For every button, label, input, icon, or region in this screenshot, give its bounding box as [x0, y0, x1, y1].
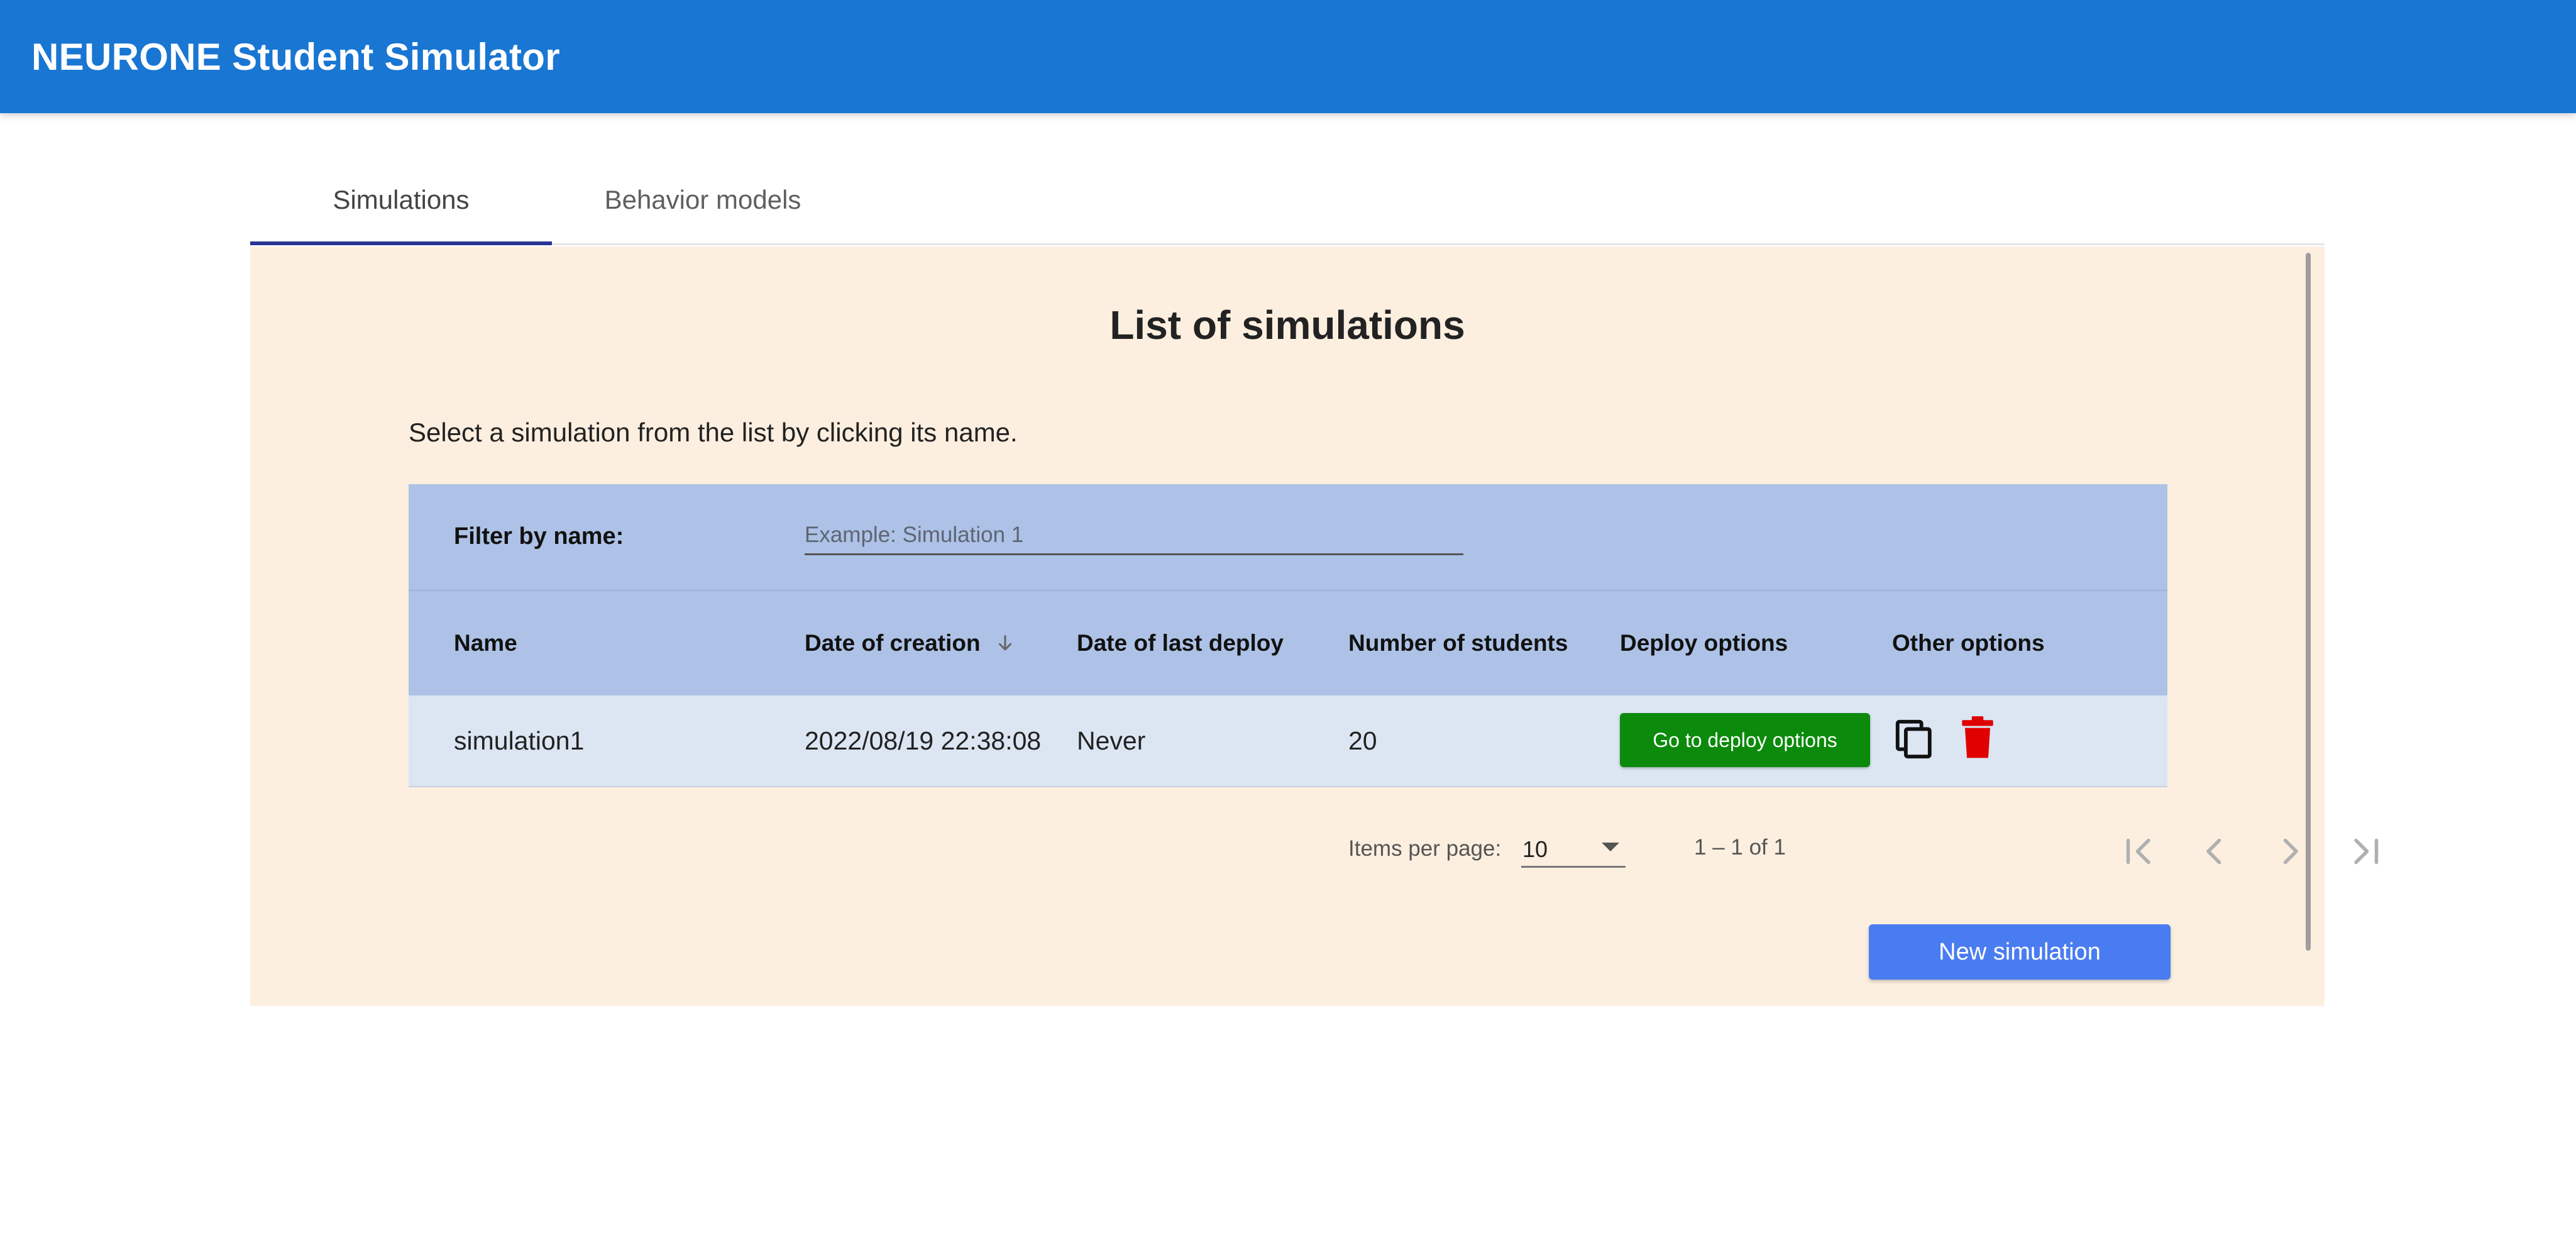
tab-behavior-models-label: Behavior models	[604, 184, 801, 214]
previous-page-icon[interactable]	[2193, 833, 2237, 870]
column-header-name-label: Name	[454, 630, 517, 656]
filter-label: Filter by name:	[454, 523, 624, 550]
column-header-date-of-creation-label: Date of creation	[805, 630, 981, 656]
new-simulation-button[interactable]: New simulation	[1869, 924, 2171, 980]
column-header-number-of-students-label: Number of students	[1348, 630, 1568, 656]
arrow-down-icon	[994, 631, 1016, 655]
simulations-panel: List of simulations Select a simulation …	[250, 246, 2379, 1006]
table-row[interactable]: simulation1 2022/08/19 22:38:08 Never 20…	[409, 695, 2167, 787]
filter-name-input[interactable]	[805, 517, 1463, 555]
column-header-name[interactable]: Name	[454, 591, 517, 695]
active-tab-indicator	[250, 241, 552, 245]
delete-icon[interactable]	[1960, 714, 1995, 761]
first-page-icon[interactable]	[2117, 833, 2161, 870]
go-to-deploy-options-button[interactable]: Go to deploy options	[1620, 713, 1870, 767]
items-per-page-value: 10	[1522, 836, 1548, 862]
tab-simulations-label: Simulations	[333, 184, 470, 214]
tab-simulations[interactable]: Simulations	[250, 154, 552, 245]
tab-bar: Simulations Behavior models	[250, 154, 2325, 245]
date-of-creation-cell: 2022/08/19 22:38:08	[805, 726, 1042, 755]
app-title: NEURONE Student Simulator	[31, 35, 560, 78]
page-range-label: 1 – 1 of 1	[1694, 835, 1786, 860]
column-header-deploy-options-label: Deploy options	[1620, 630, 1788, 656]
tab-behavior-models[interactable]: Behavior models	[552, 154, 854, 245]
column-header-date-of-last-deploy[interactable]: Date of last deploy	[1077, 591, 1284, 695]
simulations-table: Filter by name: Name Date of creation Da…	[409, 484, 2167, 787]
column-header-deploy-options: Deploy options	[1620, 591, 1788, 695]
date-of-last-deploy-cell: Never	[1077, 726, 1146, 755]
column-header-date-of-last-deploy-label: Date of last deploy	[1077, 630, 1284, 656]
next-page-icon[interactable]	[2268, 833, 2312, 870]
filter-row: Filter by name:	[409, 484, 2167, 591]
number-of-students-cell: 20	[1348, 726, 1377, 755]
chevron-down-icon	[1602, 843, 1619, 851]
last-page-icon[interactable]	[2343, 833, 2387, 870]
column-header-other-options-label: Other options	[1892, 630, 2045, 656]
column-header-number-of-students[interactable]: Number of students	[1348, 591, 1568, 695]
copy-icon[interactable]	[1892, 713, 1936, 763]
paginator: Items per page: 10 1 – 1 of 1	[409, 817, 2379, 880]
table-header-row: Name Date of creation Date of last deplo…	[409, 591, 2167, 695]
instructions-text: Select a simulation from the list by cli…	[409, 418, 1018, 447]
items-per-page-select[interactable]: 10	[1521, 829, 1626, 868]
page-title: List of simulations	[1109, 302, 1465, 348]
items-per-page-label: Items per page:	[1348, 836, 1502, 861]
app-toolbar: NEURONE Student Simulator	[0, 0, 2576, 113]
column-header-date-of-creation[interactable]: Date of creation	[805, 591, 1016, 695]
simulation-name-link[interactable]: simulation1	[454, 695, 584, 786]
column-header-other-options: Other options	[1892, 591, 2045, 695]
